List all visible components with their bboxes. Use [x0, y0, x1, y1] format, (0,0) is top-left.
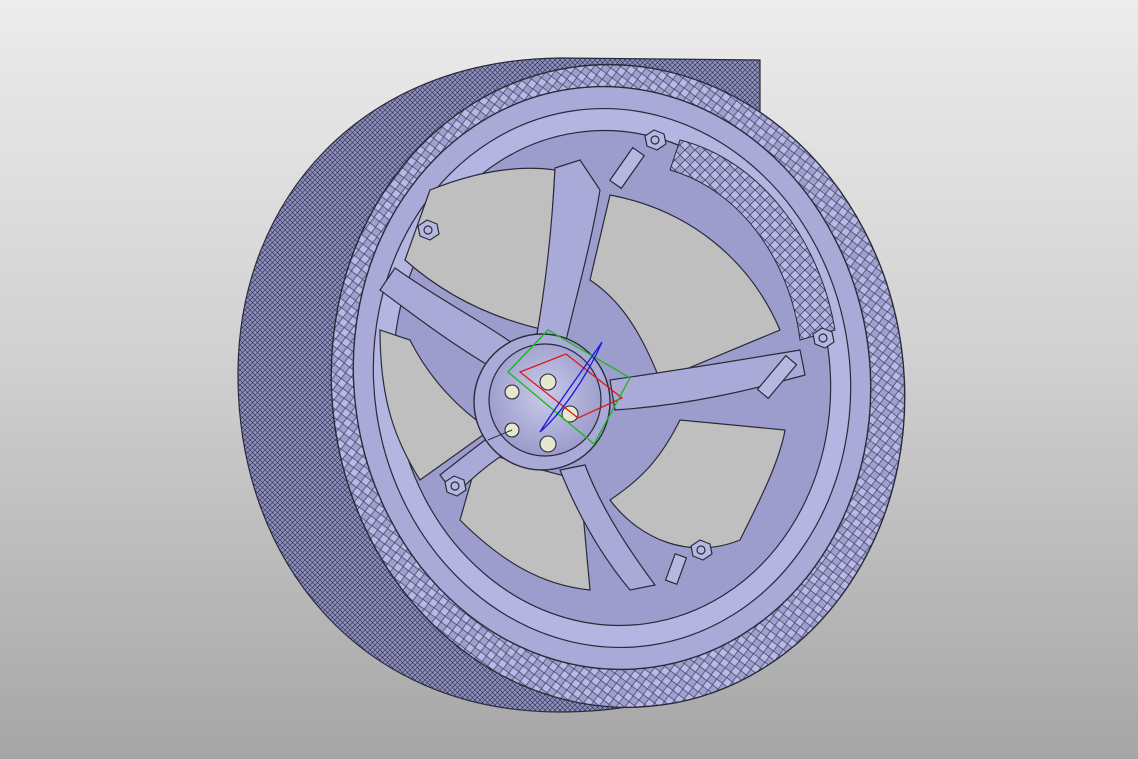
- wheel-model-canvas[interactable]: [0, 0, 1138, 759]
- cad-3d-viewport[interactable]: [0, 0, 1138, 759]
- lug-nut: [539, 373, 557, 391]
- lug-nut: [539, 435, 557, 453]
- lug-nut: [504, 384, 520, 400]
